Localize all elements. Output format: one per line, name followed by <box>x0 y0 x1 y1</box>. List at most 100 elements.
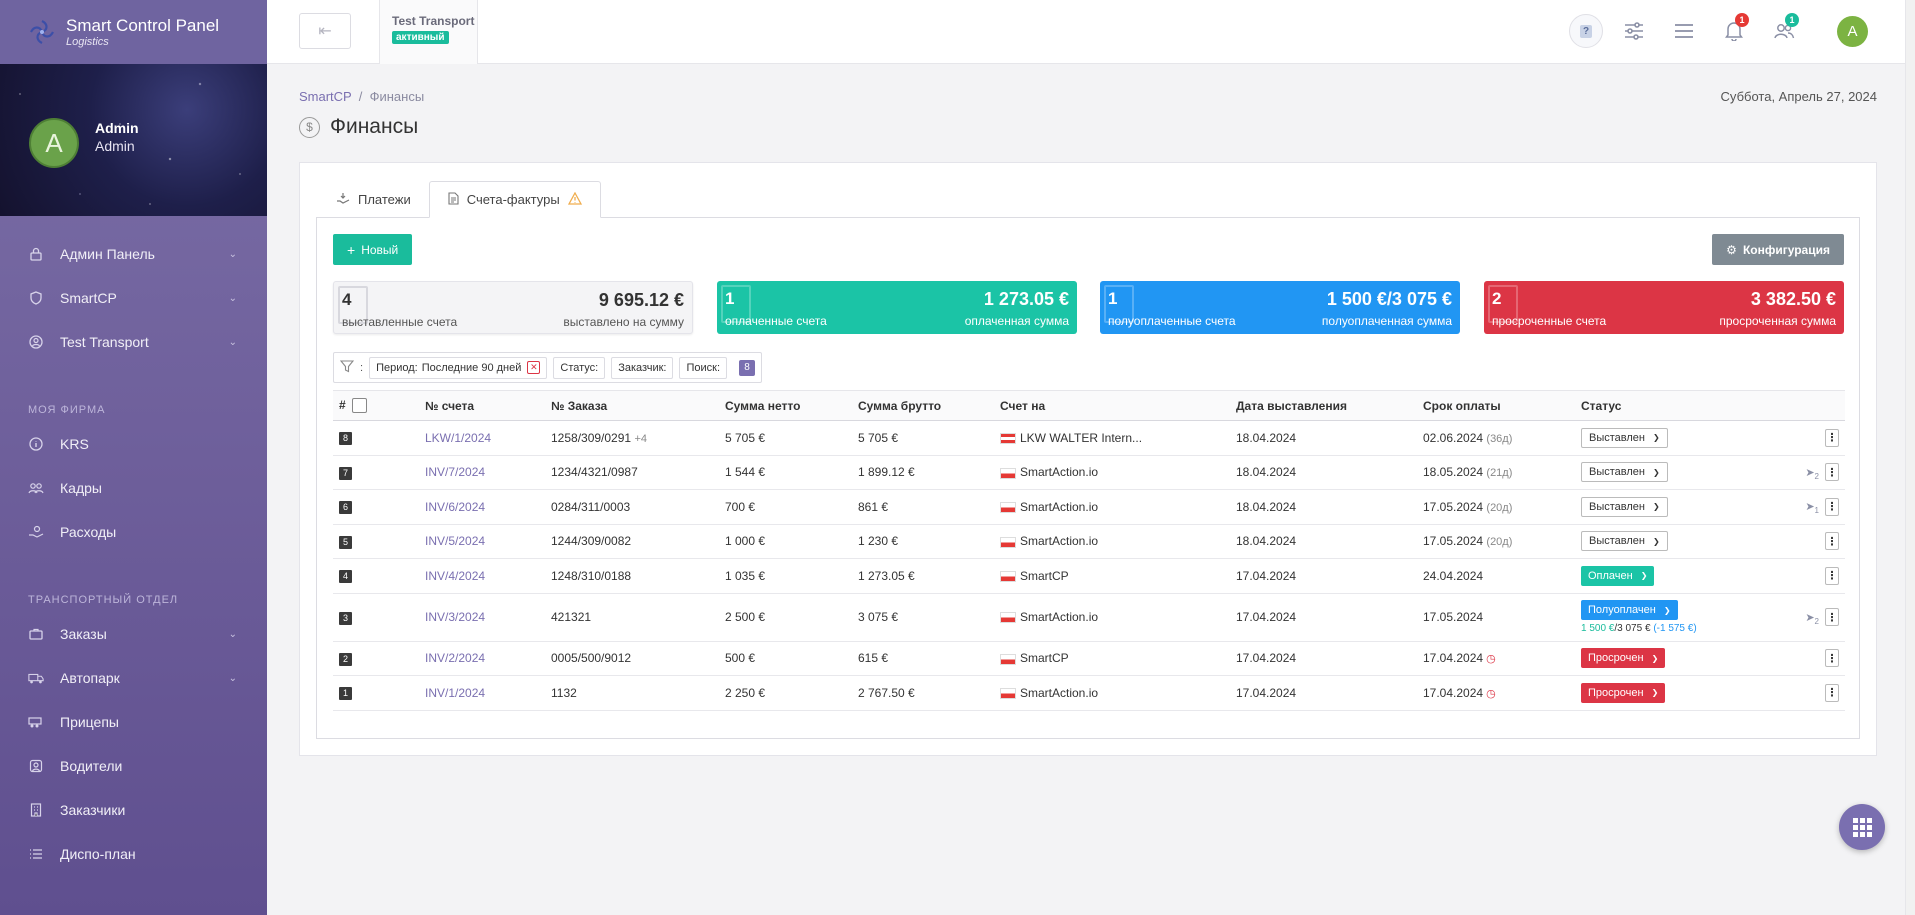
sidebar-nav: Админ Панель ⌄ SmartCP ⌄ Test Transport … <box>0 216 267 876</box>
apps-fab-button[interactable] <box>1839 804 1885 850</box>
invoice-link[interactable]: INV/6/2024 <box>425 500 485 514</box>
sidebar-item-krs[interactable]: KRS <box>0 422 267 466</box>
status-dropdown[interactable]: Просрочен ❯ <box>1581 648 1666 669</box>
invoice-link[interactable]: INV/7/2024 <box>425 465 485 479</box>
col-order-no[interactable]: № Заказа <box>545 390 719 421</box>
period-filter[interactable]: Период: Последние 90 дней ✕ <box>369 356 548 379</box>
status-cell: Выставлен ❯ <box>1575 420 1755 456</box>
reminder-sent-icon[interactable]: ➤1 <box>1805 501 1819 515</box>
status-dropdown[interactable]: Просрочен ❯ <box>1581 682 1666 703</box>
col-invoice-no[interactable]: № счета <box>419 390 545 421</box>
reminder-sent-icon[interactable]: ➤2 <box>1805 467 1819 481</box>
clear-period-filter-button[interactable]: ✕ <box>527 361 541 374</box>
chevron-down-icon: ❯ <box>1651 688 1659 698</box>
search-filter[interactable]: Поиск: <box>679 356 728 379</box>
table-row[interactable]: 5 INV/5/2024 1244/309/0082 1 000 €1 230 € Sm… <box>333 524 1845 559</box>
sidebar-item-trailers[interactable]: Прицепы <box>0 700 267 744</box>
table-row[interactable]: 4 INV/4/2024 1248/310/0188 1 035 €1 273.05 … <box>333 558 1845 594</box>
row-actions-menu-button[interactable]: ⋮ <box>1825 683 1839 702</box>
net-cell: 2 250 € <box>719 675 852 711</box>
row-actions-menu-button[interactable]: ⋮ <box>1825 497 1839 516</box>
notifications-button[interactable]: 1 <box>1717 13 1751 48</box>
chevron-down-icon: ⌄ <box>228 292 237 304</box>
page-scrollbar[interactable] <box>1905 0 1915 915</box>
status-dropdown[interactable]: Полуоплачен ❯ <box>1581 600 1678 620</box>
sidebar-item-label: Админ Панель <box>60 246 155 262</box>
status-dropdown[interactable]: Выставлен ❯ <box>1581 496 1668 517</box>
invoice-link[interactable]: INV/5/2024 <box>425 534 485 548</box>
company-switcher[interactable]: Test Transport активный <box>379 0 478 64</box>
menu-button[interactable] <box>1667 14 1701 48</box>
sidebar-item-fleet[interactable]: Автопарк ⌄ <box>0 656 267 700</box>
stat-overdue[interactable]: 2 просроченные счета 3 382.50 € просроче… <box>1484 281 1844 334</box>
help-button[interactable]: ? <box>1569 14 1603 48</box>
col-due-date[interactable]: Срок оплаты <box>1417 390 1575 421</box>
sidebar-item-smartcp[interactable]: SmartCP ⌄ <box>0 276 267 320</box>
avatar[interactable]: A <box>29 118 79 168</box>
table-row[interactable]: 1 INV/1/2024 1132 2 250 €2 767.50 € SmartAct… <box>333 675 1845 711</box>
invoice-link[interactable]: INV/1/2024 <box>425 686 485 700</box>
row-number: 5 <box>339 535 352 549</box>
row-actions-menu-button[interactable]: ⋮ <box>1825 532 1839 551</box>
table-row[interactable]: 7 INV/7/2024 1234/4321/0987 1 544 €1 899.12… <box>333 455 1845 490</box>
table-row[interactable]: 8 LKW/1/2024 1258/309/0291 +4 5 705 €5 705 … <box>333 420 1845 456</box>
order-no-cell: 0284/311/0003 <box>545 489 719 525</box>
tab-invoices[interactable]: Счета-фактуры <box>428 181 601 218</box>
stat-count-label: оплаченные счета <box>725 314 827 328</box>
net-cell: 5 705 € <box>719 420 852 456</box>
actions-cell: ➤1 ⋮ <box>1755 489 1845 525</box>
row-actions-menu-button[interactable]: ⋮ <box>1825 566 1839 585</box>
user-avatar[interactable]: A <box>1837 16 1868 47</box>
row-actions-menu-button[interactable]: ⋮ <box>1825 649 1839 668</box>
customer-filter[interactable]: Заказчик: <box>611 356 674 379</box>
breadcrumb-root-link[interactable]: SmartCP <box>299 89 352 104</box>
col-status[interactable]: Статус <box>1575 390 1755 421</box>
extra-orders-count[interactable]: +4 <box>634 433 647 445</box>
status-filter[interactable]: Статус: <box>553 356 606 379</box>
col-issue-date[interactable]: Дата выставления <box>1230 390 1417 421</box>
invoice-link[interactable]: INV/4/2024 <box>425 569 485 583</box>
brand[interactable]: Smart Control Panel Logistics <box>0 0 267 64</box>
col-gross[interactable]: Сумма брутто <box>852 390 994 421</box>
table-row[interactable]: 3 INV/3/2024 421321 2 500 €3 075 € SmartActi… <box>333 593 1845 642</box>
configuration-button[interactable]: ⚙ Конфигурация <box>1712 234 1844 265</box>
tab-payments[interactable]: Платежи <box>318 181 429 218</box>
new-invoice-button[interactable]: + Новый <box>333 234 413 265</box>
invoice-link[interactable]: LKW/1/2024 <box>425 431 491 445</box>
sidebar-item-expenses[interactable]: Расходы <box>0 510 267 554</box>
collapse-sidebar-button[interactable]: ⇤ <box>299 13 351 49</box>
sidebar-item-admin-panel[interactable]: Админ Панель ⌄ <box>0 232 267 276</box>
invoice-link[interactable]: INV/3/2024 <box>425 610 485 624</box>
sidebar-item-dispo-plan[interactable]: Диспо-план <box>0 832 267 876</box>
stat-paid[interactable]: 1 оплаченные счета 1 273.05 € оплаченная… <box>717 281 1077 334</box>
customer-name: SmartAction.io <box>1020 534 1099 549</box>
reminder-sent-icon[interactable]: ➤2 <box>1805 612 1819 626</box>
sidebar-item-orders[interactable]: Заказы ⌄ <box>0 612 267 656</box>
sidebar-item-test-transport[interactable]: Test Transport ⌄ <box>0 320 267 364</box>
select-all-checkbox[interactable] <box>351 398 367 414</box>
col-net[interactable]: Сумма нетто <box>719 390 852 421</box>
row-actions-menu-button[interactable]: ⋮ <box>1825 608 1839 626</box>
trailer-icon <box>28 714 44 730</box>
table-row[interactable]: 2 INV/2/2024 0005/500/9012 500 €615 € SmartC… <box>333 641 1845 676</box>
sliders-button[interactable] <box>1617 14 1651 48</box>
sidebar-item-customers[interactable]: Заказчики <box>0 788 267 832</box>
stat-amount: 1 500 €/3 075 € <box>1326 289 1452 309</box>
status-dropdown[interactable]: Выставлен ❯ <box>1581 427 1668 448</box>
status-dropdown[interactable]: Выставлен ❯ <box>1581 462 1668 483</box>
row-actions-menu-button[interactable]: ⋮ <box>1825 463 1839 482</box>
net-cell: 700 € <box>719 489 852 525</box>
sidebar-item-drivers[interactable]: Водители <box>0 744 267 788</box>
status-dropdown[interactable]: Оплачен ❯ <box>1581 565 1655 586</box>
invoice-link[interactable]: INV/2/2024 <box>425 651 485 665</box>
row-actions-menu-button[interactable]: ⋮ <box>1825 428 1839 447</box>
sidebar-item-label: Заказы <box>60 626 107 642</box>
col-bill-to[interactable]: Счет на <box>994 390 1230 421</box>
stat-partially-paid[interactable]: 1 полуоплаченные счета 1 500 €/3 075 € п… <box>1100 281 1460 334</box>
stat-issued[interactable]: 4 выставленные счета 9 695.12 € выставле… <box>333 281 693 334</box>
status-dropdown[interactable]: Выставлен ❯ <box>1581 531 1668 552</box>
sidebar-item-label: Прицепы <box>60 714 119 730</box>
sidebar-item-staff[interactable]: Кадры <box>0 466 267 510</box>
users-online-button[interactable]: 1 <box>1767 13 1801 48</box>
table-row[interactable]: 6 INV/6/2024 0284/311/0003 700 €861 € SmartA… <box>333 489 1845 525</box>
